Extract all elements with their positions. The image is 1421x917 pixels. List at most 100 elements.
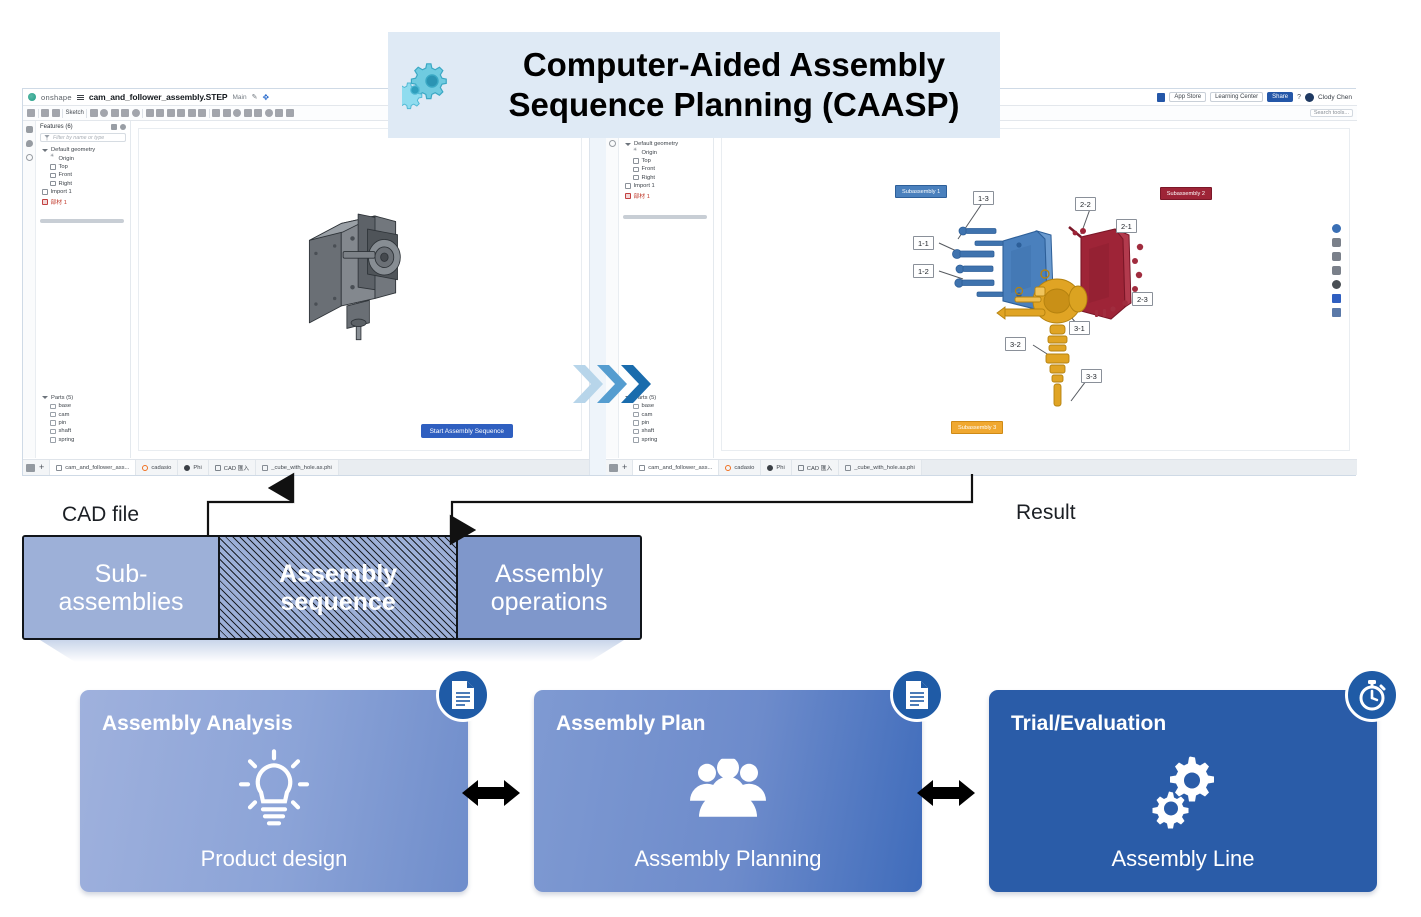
view-tool-icon[interactable] (233, 109, 242, 117)
tree-node-part[interactable]: 部材 1 (619, 190, 713, 201)
part-item[interactable]: base (36, 402, 130, 410)
appearance-tool-icon[interactable] (264, 109, 273, 117)
boolean-tool-icon[interactable] (222, 109, 231, 117)
menu-icon[interactable] (76, 94, 84, 101)
share-button[interactable]: Share (1267, 92, 1294, 102)
add-tab-icon[interactable]: + (622, 463, 627, 472)
viewport-right[interactable]: Subassembly 1 Subassembly 2 Subassembly … (714, 121, 1357, 458)
tree-node-top[interactable]: Top (36, 163, 130, 171)
tree-node-import[interactable]: Import 1 (619, 182, 713, 190)
viewport-left[interactable]: Start Assembly Sequence (131, 121, 589, 458)
tab-phi[interactable]: Phi (760, 460, 790, 475)
part-item[interactable]: spring (619, 436, 713, 444)
tree-node-part[interactable]: 部材 1 (36, 196, 130, 207)
tree-node-origin[interactable]: Origin (36, 153, 130, 162)
tab-cube-with-hole[interactable]: _cube_with_hole.as.phi (838, 460, 921, 475)
tab-phi[interactable]: Phi (177, 460, 207, 475)
redo-icon[interactable] (51, 109, 60, 117)
part-item[interactable]: spring (36, 436, 130, 444)
avatar[interactable] (1305, 92, 1315, 102)
process-box-assembly-analysis[interactable]: Assembly Analysis Product design (80, 668, 490, 892)
learning-center-button[interactable]: Learning Center (1210, 92, 1264, 102)
render-icon[interactable] (1332, 252, 1341, 261)
feature-panel-icon[interactable] (25, 126, 33, 133)
tree-node-front[interactable]: Front (36, 171, 130, 179)
draft-tool-icon[interactable] (198, 109, 207, 117)
export-icon[interactable] (1332, 294, 1341, 303)
tree-node-top[interactable]: Top (619, 157, 713, 165)
tab-cad-import[interactable]: CAD 匯入 (790, 460, 838, 475)
process-box-trial-evaluation[interactable]: Trial/Evaluation Assembly Line (989, 668, 1399, 892)
tab-tools-icon[interactable] (609, 463, 618, 472)
tab-tools-icon[interactable] (26, 463, 35, 472)
revolve-tool-icon[interactable] (100, 109, 109, 117)
part-item[interactable]: shaft (36, 427, 130, 435)
part-item[interactable]: shaft (619, 427, 713, 435)
process-box-assembly-plan[interactable]: Assembly Plan Assembly Planning (534, 668, 944, 892)
help-icon[interactable]: ? (1297, 94, 1301, 101)
part-item[interactable]: pin (619, 419, 713, 427)
exploded-canvas[interactable]: Subassembly 1 Subassembly 2 Subassembly … (721, 128, 1350, 451)
document-filename[interactable]: cam_and_follower_assembly.STEP (89, 92, 228, 102)
transform-tool-icon[interactable] (212, 109, 221, 117)
tree-node-front[interactable]: Front (619, 165, 713, 173)
tab-cam-and-follower[interactable]: cam_and_follower_ass... (632, 460, 719, 475)
history-icon[interactable] (608, 140, 616, 147)
tree-node-import[interactable]: Import 1 (36, 188, 130, 196)
pin-icon[interactable]: ✥ (262, 93, 269, 102)
tree-settings-icon[interactable] (111, 124, 117, 130)
part-item[interactable]: pin (36, 419, 130, 427)
parts-header[interactable]: Parts (5) (36, 394, 130, 402)
page-title-banner: Computer-Aided Assembly Sequence Planning… (388, 32, 1000, 138)
feature-filter-input[interactable]: Filter by name or type (40, 133, 126, 142)
display-mode-icon[interactable] (1332, 280, 1341, 289)
tab-cube-with-hole[interactable]: _cube_with_hole.as.phi (255, 460, 338, 475)
pattern-tool-icon[interactable] (177, 109, 186, 117)
mirror-tool-icon[interactable] (187, 109, 196, 117)
screenshot-icon[interactable] (1332, 308, 1341, 317)
tree-node-right[interactable]: Right (36, 180, 130, 188)
shell-tool-icon[interactable] (156, 109, 165, 117)
model-canvas[interactable] (138, 128, 582, 451)
edit-icon[interactable]: ✎ (252, 93, 258, 101)
tree-node-origin[interactable]: Origin (619, 147, 713, 156)
copy-view-icon[interactable] (1332, 238, 1341, 247)
sweep-tool-icon[interactable] (110, 109, 119, 117)
tree-rollback-icon[interactable] (120, 124, 126, 130)
tree-node-right[interactable]: Right (619, 174, 713, 182)
tree-scrollbar[interactable] (40, 219, 124, 223)
tree-node-label: 部材 1 (50, 200, 67, 207)
loft-tool-icon[interactable] (121, 109, 130, 117)
undo-icon[interactable] (41, 109, 49, 117)
add-tab-icon[interactable]: + (39, 463, 44, 472)
feature-list-icon[interactable] (27, 109, 35, 117)
annotate-icon[interactable] (1332, 266, 1341, 275)
caret-down-icon[interactable] (42, 396, 48, 400)
hole-tool-icon[interactable] (166, 109, 175, 117)
tab-cadasio[interactable]: cadasio (135, 460, 177, 475)
comments-icon[interactable] (25, 140, 33, 147)
tab-cam-and-follower[interactable]: cam_and_follower_ass... (49, 460, 136, 475)
search-tools-input[interactable]: Search tools... (1309, 109, 1353, 117)
part-item[interactable]: cam (36, 411, 130, 419)
notifications-icon[interactable] (1157, 92, 1166, 102)
start-assembly-sequence-button[interactable]: Start Assembly Sequence (420, 424, 513, 438)
sketch-button[interactable]: Sketch (66, 110, 84, 116)
user-name-label[interactable]: Clody Chen (1318, 94, 1352, 101)
insert-tool-icon[interactable] (275, 109, 284, 117)
part-item[interactable]: cam (619, 411, 713, 419)
caret-down-icon[interactable] (42, 148, 48, 152)
tab-cadasio[interactable]: cadasio (718, 460, 760, 475)
fillet-tool-icon[interactable] (131, 109, 140, 117)
section-tool-icon[interactable] (243, 109, 252, 117)
measure-tool-icon[interactable] (254, 109, 263, 117)
tree-scrollbar[interactable] (623, 215, 707, 219)
history-icon[interactable] (25, 154, 33, 161)
caret-down-icon[interactable] (625, 142, 631, 146)
more-tools-icon[interactable] (285, 109, 294, 117)
extrude-tool-icon[interactable] (145, 109, 154, 117)
tab-cad-import[interactable]: CAD 匯入 (207, 460, 255, 475)
plane-tool-icon[interactable] (89, 109, 98, 117)
app-store-button[interactable]: App Store (1169, 92, 1207, 102)
view-cube-icon[interactable] (1332, 224, 1341, 233)
